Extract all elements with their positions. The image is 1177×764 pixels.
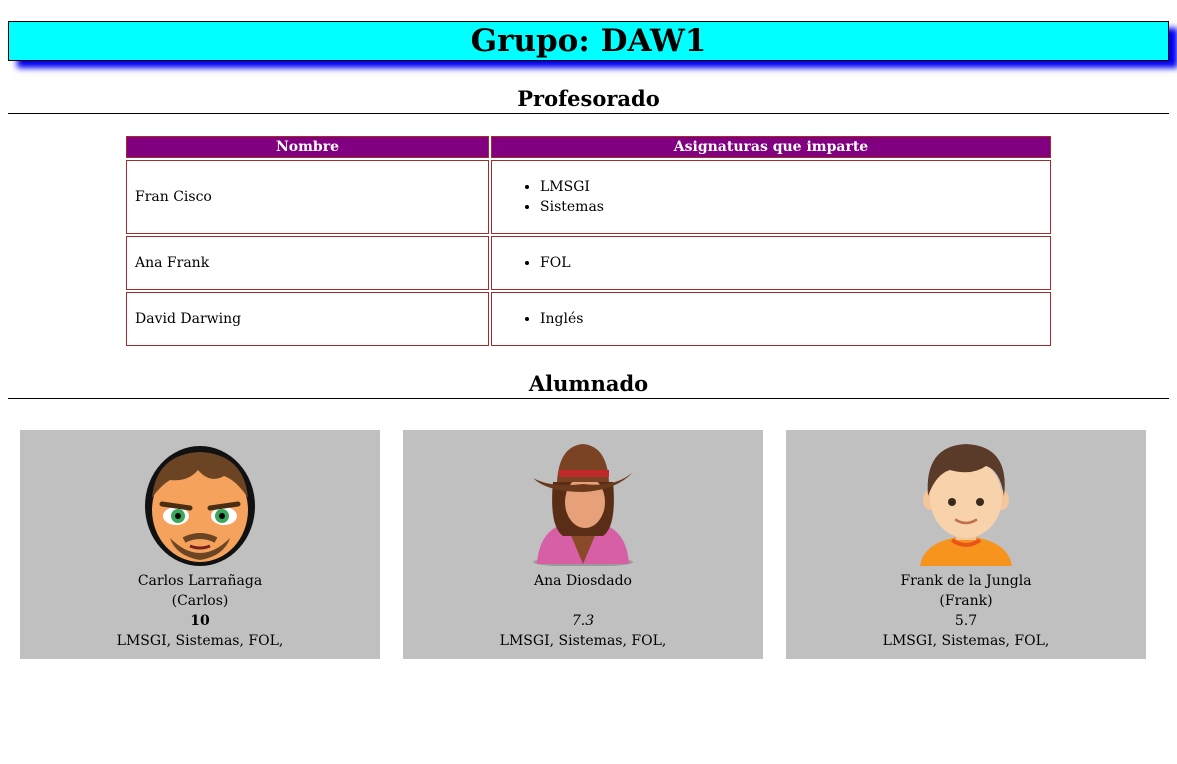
table-row: Fran Cisco LMSGI Sistemas <box>126 160 1051 234</box>
table-header-row: Nombre Asignaturas que imparte <box>126 136 1051 158</box>
subject-list: Inglés <box>500 309 1042 329</box>
student-nickname: (Frank) <box>939 593 993 609</box>
student-card: Carlos Larrañaga (Carlos) 10 LMSGI, Sist… <box>20 430 380 659</box>
column-header-name: Nombre <box>126 136 489 158</box>
student-nickname: (Carlos) <box>171 593 229 609</box>
cowgirl-avatar-icon <box>523 436 643 567</box>
students-section-title: Alumnado <box>8 371 1169 399</box>
list-item: Sistemas <box>540 197 1042 217</box>
teacher-subjects: FOL <box>491 236 1051 290</box>
student-info: Ana Diosdado 7.3 LMSGI, Sistemas, FOL, <box>403 571 763 651</box>
teacher-name: David Darwing <box>126 292 489 346</box>
teacher-subjects: LMSGI Sistemas <box>491 160 1051 234</box>
teacher-name: Ana Frank <box>126 236 489 290</box>
teachers-section-title: Profesorado <box>8 86 1169 114</box>
student-info: Carlos Larrañaga (Carlos) 10 LMSGI, Sist… <box>20 571 380 651</box>
teacher-subjects: Inglés <box>491 292 1051 346</box>
table-row: David Darwing Inglés <box>126 292 1051 346</box>
list-item: Inglés <box>540 309 1042 329</box>
teachers-table: Nombre Asignaturas que imparte Fran Cisc… <box>124 134 1053 348</box>
subject-list: LMSGI Sistemas <box>500 177 1042 217</box>
student-full-name: Frank de la Jungla <box>900 573 1032 589</box>
subject-list: FOL <box>500 253 1042 273</box>
student-subjects: LMSGI, Sistemas, FOL, <box>116 633 284 649</box>
column-header-subjects: Asignaturas que imparte <box>491 136 1051 158</box>
student-full-name: Carlos Larrañaga <box>137 573 263 589</box>
student-subjects: LMSGI, Sistemas, FOL, <box>499 633 667 649</box>
boy-avatar-icon <box>906 436 1026 566</box>
student-info: Frank de la Jungla (Frank) 5.7 LMSGI, Si… <box>786 571 1146 651</box>
page-title: Grupo: DAW1 <box>8 21 1169 61</box>
teacher-name: Fran Cisco <box>126 160 489 234</box>
student-grade: 7.3 <box>571 613 595 629</box>
table-row: Ana Frank FOL <box>126 236 1051 290</box>
student-card: Frank de la Jungla (Frank) 5.7 LMSGI, Si… <box>786 430 1146 659</box>
student-grade: 10 <box>190 613 210 629</box>
man-beard-avatar-icon <box>140 436 260 566</box>
student-nickname <box>403 591 763 611</box>
student-full-name: Ana Diosdado <box>534 573 632 589</box>
student-subjects: LMSGI, Sistemas, FOL, <box>882 633 1050 649</box>
list-item: FOL <box>540 253 1042 273</box>
student-grade: 5.7 <box>954 613 978 629</box>
student-card: Ana Diosdado 7.3 LMSGI, Sistemas, FOL, <box>403 430 763 659</box>
list-item: LMSGI <box>540 177 1042 197</box>
